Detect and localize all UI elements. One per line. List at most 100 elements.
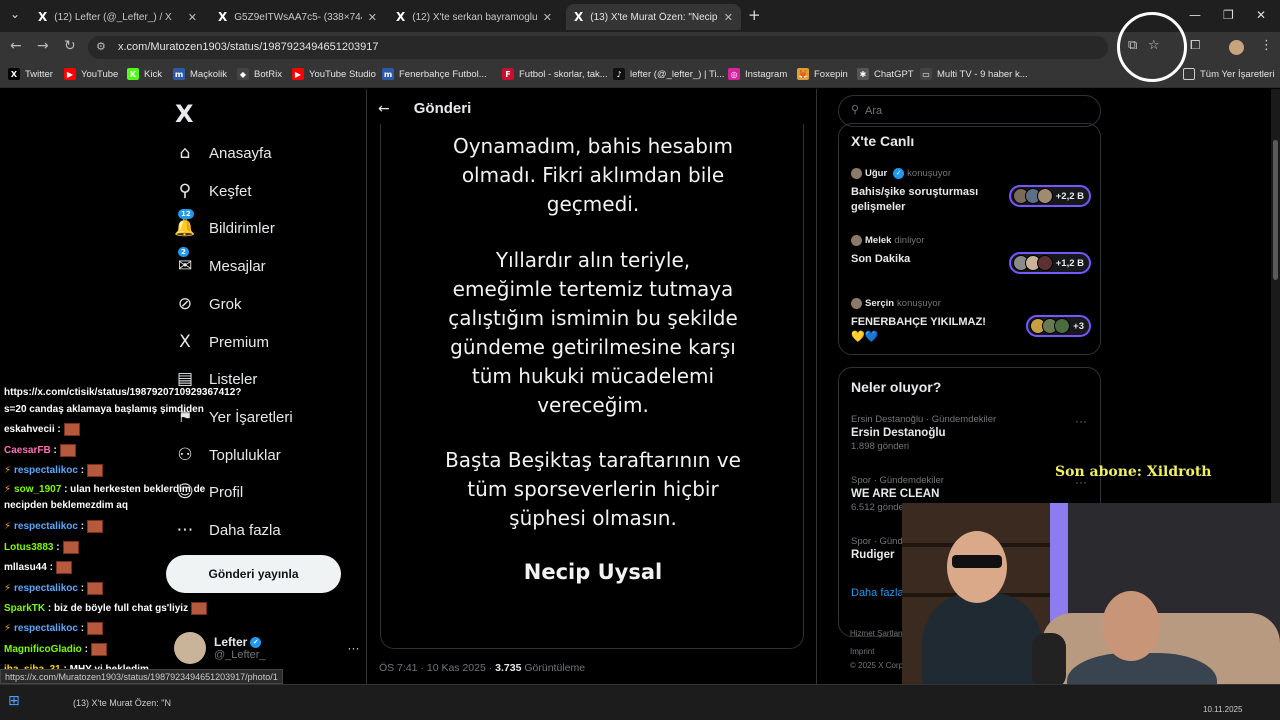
- badge-icon: ⚡: [4, 521, 12, 533]
- close-icon[interactable]: ✕: [188, 11, 197, 24]
- listener-count-pill[interactable]: +3: [1026, 315, 1091, 337]
- bookmark-item[interactable]: F Futbol - skorlar, tak...: [502, 68, 608, 80]
- post-image[interactable]: Oynamadım, bahis hesabım olmadı. Fikri a…: [380, 124, 804, 649]
- trend-item[interactable]: Ersin Destanoğlu · Gündemdekiler Ersin De…: [851, 414, 1091, 452]
- sidebar-item-mail[interactable]: ✉ 2 Mesajlar: [174, 247, 266, 276]
- notification-badge: 12: [178, 209, 194, 219]
- close-icon[interactable]: ✕: [368, 11, 377, 24]
- tab-search-icon[interactable]: ⌄: [10, 7, 20, 21]
- minimize-icon[interactable]: —: [1189, 8, 1201, 22]
- profile-avatar-icon[interactable]: [1229, 40, 1244, 55]
- window-close-icon[interactable]: ✕: [1256, 8, 1266, 22]
- chat-text: s=20 candaş aklamaya başlamış şimdiden: [4, 404, 204, 415]
- reload-icon[interactable]: ↻: [64, 38, 76, 54]
- sidebar-item-people[interactable]: ⚇ Topluluklar: [174, 445, 280, 465]
- sidebar-item-bell[interactable]: 🔔 12 Bildirimler: [174, 209, 275, 238]
- post-timestamp[interactable]: ÖS 7:41 · 10 Kas 2025 ·: [379, 662, 495, 674]
- bookmark-favicon-icon: ✱: [857, 68, 869, 80]
- trend-more-icon[interactable]: ···: [1075, 414, 1087, 428]
- account-more-icon[interactable]: ···: [348, 641, 360, 655]
- trend-name: Ersin Destanoğlu: [851, 427, 946, 439]
- bookmark-item[interactable]: K Kick: [127, 68, 162, 80]
- bookmark-favicon-icon: ▶: [64, 68, 76, 80]
- live-space-item[interactable]: Uğur ✓ konuşuyor Bahis/şike soruşturması ge…: [851, 168, 1091, 214]
- listener-count-pill[interactable]: +1,2 B: [1008, 252, 1091, 274]
- sidebar-item-grok[interactable]: ⊘ Grok: [174, 294, 242, 314]
- all-bookmarks-folder[interactable]: Tüm Yer İşaretleri: [1183, 68, 1274, 80]
- sidebar-item-label: Mesajlar: [209, 257, 266, 275]
- bookmark-item[interactable]: ▭ Multi TV - 9 haber k...: [920, 68, 1028, 80]
- trend-post-count: 1.898 gönderi: [851, 441, 910, 452]
- close-icon[interactable]: ✕: [724, 11, 733, 24]
- back-arrow-icon[interactable]: ←: [10, 38, 22, 54]
- bookmark-label: ChatGPT: [874, 68, 914, 80]
- close-icon[interactable]: ✕: [543, 11, 552, 24]
- show-more-link[interactable]: Daha fazla: [851, 587, 904, 599]
- sidebar-item-list[interactable]: ▤ Listeler: [174, 369, 257, 389]
- post-button[interactable]: Gönderi yayınla: [166, 555, 341, 593]
- footer-terms-link[interactable]: Hizmet Şartları: [850, 629, 903, 638]
- bookmark-favicon-icon: K: [127, 68, 139, 80]
- bookmark-item[interactable]: 🦊 Foxepin: [797, 68, 848, 80]
- listener-count-pill[interactable]: +2,2 B: [1008, 185, 1091, 207]
- live-space-item[interactable]: Serçin konuşuyor FENERBAHÇE YIKILMAZ!💛💙 +3: [851, 298, 1091, 344]
- taskbar-window-label[interactable]: (13) X'te Murat Özen: "N: [73, 698, 171, 708]
- sidebar-item-label: Keşfet: [209, 182, 252, 200]
- post-header-title: Gönderi: [413, 100, 472, 117]
- listener-count: +3: [1073, 320, 1084, 332]
- bookmark-item[interactable]: ◎ Instagram: [728, 68, 787, 80]
- extensions-icon[interactable]: ⧠: [1190, 38, 1200, 53]
- back-arrow-icon[interactable]: ←: [378, 101, 390, 117]
- bookmark-label: BotRix: [254, 68, 282, 80]
- chat-username: respectalikoc: [14, 521, 78, 533]
- chat-text: : biz de böyle full chat gs'liyiz: [47, 603, 189, 615]
- person-right-head: [1102, 591, 1160, 661]
- people-icon: ⚇: [177, 445, 193, 465]
- avatar: [851, 298, 862, 309]
- chat-emote: [87, 582, 104, 595]
- scrollbar-thumb[interactable]: [1273, 140, 1278, 280]
- tab-title: G5Z9eITWsAA7c5- (338×744): [234, 11, 362, 23]
- sidebar-item-label: Grok: [209, 295, 242, 313]
- sidebar-item-home[interactable]: ⌂ Anasayfa: [174, 143, 272, 163]
- address-bar[interactable]: ⚙ x.com/Muratozen1903/status/19879234946…: [88, 36, 1108, 59]
- x-favicon-icon: X: [574, 10, 584, 24]
- bookmark-item[interactable]: ▶ YouTube Studio: [292, 68, 376, 80]
- chat-message: ⚡ respectalikoc :: [4, 582, 104, 595]
- menu-kebab-icon[interactable]: ⋮: [1260, 38, 1273, 53]
- live-host-status: konuşuyor: [897, 298, 941, 309]
- bookmark-label: Maçkolik: [190, 68, 227, 80]
- bookmark-item[interactable]: m Maçkolik: [173, 68, 227, 80]
- tab-murat-ozen[interactable]: X (13) X'te Murat Özen: "Necip U ✕: [566, 4, 741, 30]
- start-icon[interactable]: ⊞: [8, 693, 20, 709]
- x-logo-icon[interactable]: X: [175, 100, 194, 128]
- site-info-icon[interactable]: ⚙: [96, 40, 106, 53]
- folder-icon: [1183, 68, 1195, 80]
- maximize-icon[interactable]: ❐: [1223, 8, 1234, 22]
- bookmark-favicon-icon: X: [8, 68, 20, 80]
- column-divider: [816, 89, 817, 689]
- bookmark-item[interactable]: ◆ BotRix: [237, 68, 282, 80]
- sidebar-item-x[interactable]: X Premium: [174, 332, 269, 352]
- bookmark-item[interactable]: ▶ YouTube: [64, 68, 118, 80]
- live-space-item[interactable]: Melek dinliyor Son Dakika +1,2 B: [851, 235, 1091, 281]
- tab-lefter-profile[interactable]: X (12) Lefter (@_Lefter_) / X ✕: [30, 4, 205, 30]
- new-tab-button[interactable]: +: [748, 6, 761, 24]
- chat-message: necipden beklemezdim aq: [4, 500, 128, 511]
- bookmark-item[interactable]: ♪ lefter (@_lefter_) | Ti...: [613, 68, 724, 80]
- footer-imprint-link[interactable]: Imprint: [850, 647, 874, 656]
- bookmark-item[interactable]: ✱ ChatGPT: [857, 68, 914, 80]
- bookmark-item[interactable]: m Fenerbahçe Futbol...: [382, 68, 487, 80]
- tab-title: (12) Lefter (@_Lefter_) / X: [54, 11, 172, 23]
- sidebar-item-search[interactable]: ⚲ Keşfet: [174, 181, 252, 201]
- sidebar-item-label: Listeler: [209, 370, 258, 388]
- tab-image[interactable]: X G5Z9eITWsAA7c5- (338×744) ✕: [210, 4, 385, 30]
- sidebar-item-more[interactable]: ⋯ Daha fazla: [174, 520, 281, 540]
- forward-arrow-icon[interactable]: →: [37, 38, 49, 54]
- tab-serkan[interactable]: X (12) X'te serkan bayramoglu: "S ✕: [388, 4, 560, 30]
- account-switcher[interactable]: Lefter ✓ @_Lefter_ ···: [174, 632, 360, 664]
- bookmark-item[interactable]: X Twitter: [8, 68, 53, 80]
- avatar: [174, 632, 206, 664]
- browser-toolbar: ← → ↻ ⚙ x.com/Muratozen1903/status/19879…: [0, 32, 1280, 62]
- address-url[interactable]: x.com/Muratozen1903/status/1987923494651…: [118, 41, 379, 53]
